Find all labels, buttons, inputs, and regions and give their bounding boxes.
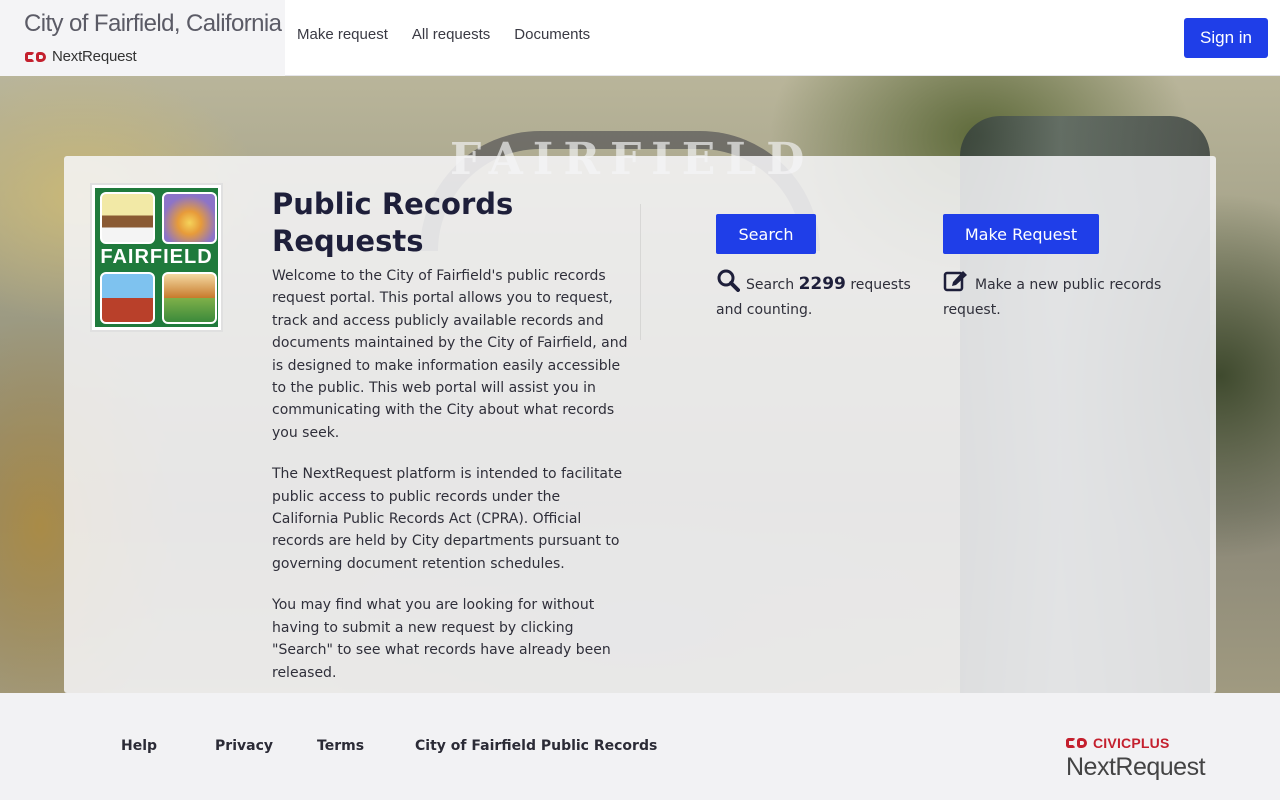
nextrequest-label: NextRequest xyxy=(1066,753,1206,781)
intro-paragraph-1: Welcome to the City of Fairfield's publi… xyxy=(272,268,628,441)
search-button[interactable]: Search xyxy=(716,214,816,254)
brand-box[interactable]: City of Fairfield, California NextReques… xyxy=(0,0,285,76)
search-description: Search 2299 requests and counting. xyxy=(716,268,916,321)
search-desc-prefix: Search xyxy=(746,277,795,293)
intro-paragraph-2: The NextRequest platform is intended to … xyxy=(272,466,623,572)
nextrequest-brand: NextRequest xyxy=(25,48,137,65)
search-action: Search Search 2299 requests and counting… xyxy=(716,214,916,321)
intro-text: Public Records Requests Welcome to the C… xyxy=(272,186,628,693)
city-seal-image: FAIRFIELD xyxy=(95,188,218,327)
search-icon xyxy=(716,268,740,299)
civicplus-label: CIVICPLUS xyxy=(1093,735,1170,751)
footer-links: Help Privacy Terms City of Fairfield Pub… xyxy=(121,738,657,754)
nav-make-request[interactable]: Make request xyxy=(297,26,388,43)
make-request-desc: Make a new public records request. xyxy=(943,277,1162,318)
hero-section: FAIRFIELD FAIRFIELD Public Records Reque… xyxy=(0,76,1280,693)
seal-airplane-icon xyxy=(100,272,155,324)
brand-name: NextRequest xyxy=(52,48,137,65)
seal-word: FAIRFIELD xyxy=(100,246,213,268)
footer-link-public-records[interactable]: City of Fairfield Public Records xyxy=(415,738,657,754)
intro-card: FAIRFIELD Public Records Requests Welcom… xyxy=(64,156,1216,693)
civicplus-logo-icon xyxy=(25,51,46,62)
footer-link-terms[interactable]: Terms xyxy=(317,738,364,754)
intro-paragraph-3: You may find what you are looking for wi… xyxy=(272,597,611,681)
request-count: 2299 xyxy=(798,274,846,294)
seal-sunset-icon xyxy=(162,192,217,244)
main-nav: Make request All requests Documents xyxy=(297,26,614,43)
sign-in-button[interactable]: Sign in xyxy=(1184,18,1268,58)
make-request-button[interactable]: Make Request xyxy=(943,214,1099,254)
civicplus-logo-icon xyxy=(1066,738,1087,748)
footer-link-help[interactable]: Help xyxy=(121,738,157,754)
divider xyxy=(640,204,641,340)
edit-icon xyxy=(943,268,969,299)
make-request-action: Make Request Make a new public records r… xyxy=(943,214,1173,321)
seal-hills-icon xyxy=(100,192,155,244)
civicplus-footer-logo[interactable]: CIVICPLUS NextRequest xyxy=(1066,735,1206,782)
make-request-description: Make a new public records request. xyxy=(943,268,1173,321)
nav-documents[interactable]: Documents xyxy=(514,26,590,43)
nav-all-requests[interactable]: All requests xyxy=(412,26,490,43)
site-footer: Help Privacy Terms City of Fairfield Pub… xyxy=(0,693,1280,800)
seal-building-icon xyxy=(162,272,217,324)
site-header: City of Fairfield, California NextReques… xyxy=(0,0,1280,76)
city-seal-logo: FAIRFIELD xyxy=(90,183,223,332)
footer-link-privacy[interactable]: Privacy xyxy=(215,738,273,754)
city-title[interactable]: City of Fairfield, California xyxy=(24,10,282,38)
page-title: Public Records Requests xyxy=(272,187,514,258)
